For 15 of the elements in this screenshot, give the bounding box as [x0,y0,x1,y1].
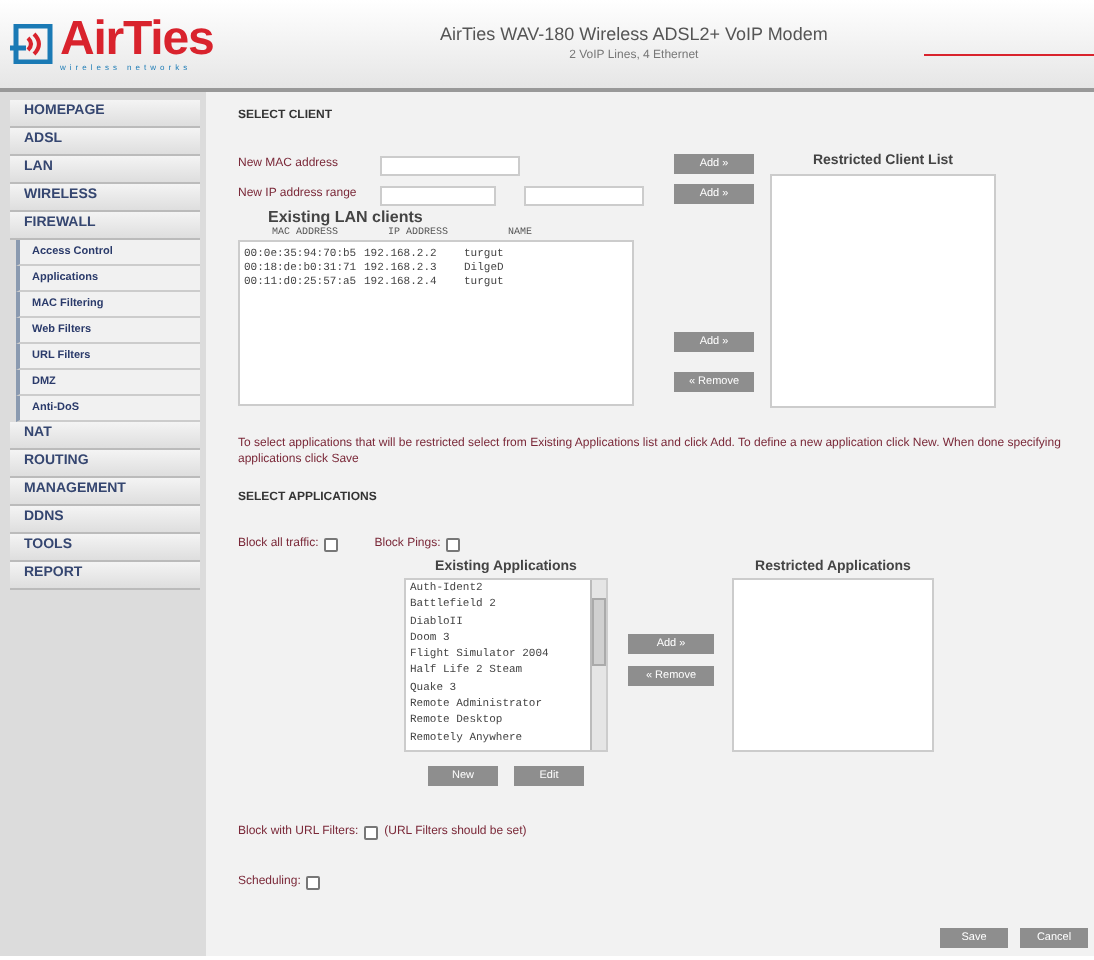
logo-text: AirTies [60,16,214,64]
checkbox[interactable] [446,537,461,551]
checkbox[interactable] [324,537,339,551]
checkbox[interactable] [306,876,321,890]
input-field[interactable] [380,185,496,205]
restricted-application-list[interactable] [732,578,934,752]
input-field[interactable] [380,155,520,175]
restricted-client-list[interactable] [770,173,996,407]
input-field[interactable] [524,185,644,205]
scrollbar[interactable] [590,580,606,750]
logo-icon [10,24,54,64]
scrollbar-thumb[interactable] [592,598,606,666]
checkbox[interactable] [364,826,379,840]
list-title: Existing LAN clients [268,208,425,226]
header-title: AirTies WAV-180 Wireless ADSL2+ VoIP Modem [440,21,828,48]
